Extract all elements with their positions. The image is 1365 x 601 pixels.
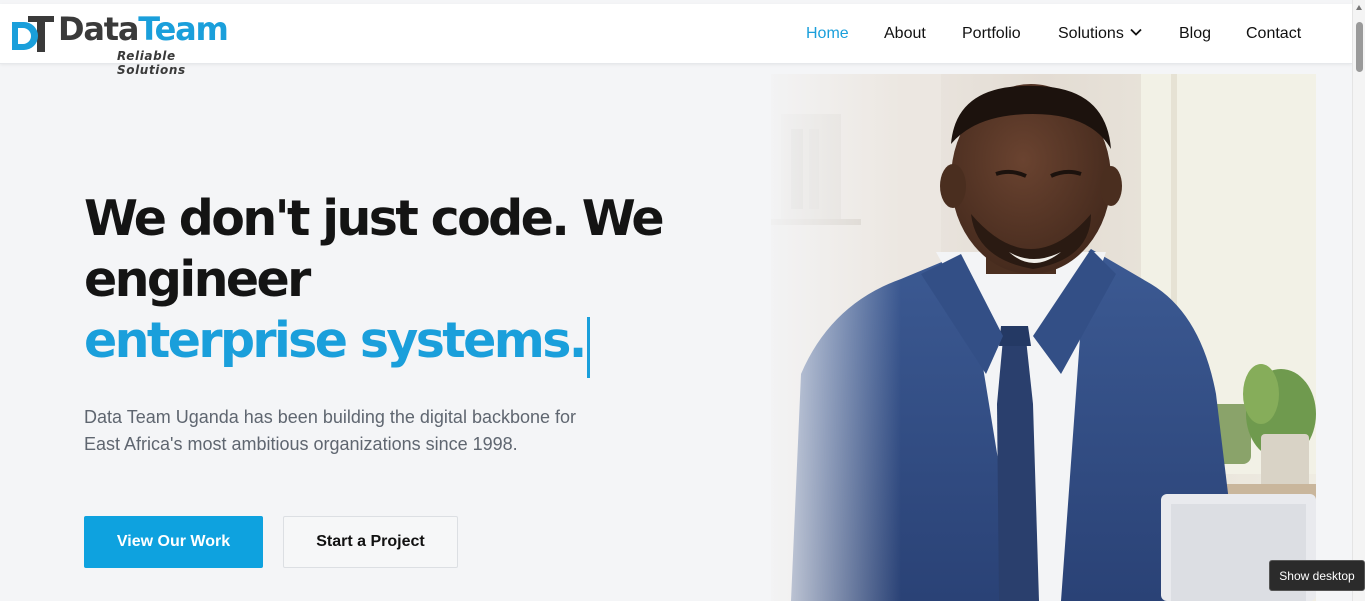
hero-description: Data Team Uganda has been building the d…	[84, 407, 577, 454]
hero-title: We don't just code. We engineer enterpri…	[84, 188, 724, 371]
site-header: DataTeam Reliable Solutions Home About P…	[0, 4, 1352, 77]
nav-about[interactable]: About	[884, 24, 926, 44]
nav-blog[interactable]: Blog	[1179, 24, 1211, 44]
hero-title-line1: We don't just code. We	[84, 190, 665, 247]
typing-cursor	[587, 317, 590, 378]
nav-solutions[interactable]: Solutions	[1058, 24, 1142, 44]
hero-title-highlight: enterprise systems.	[84, 312, 587, 369]
start-a-project-button[interactable]: Start a Project	[283, 516, 458, 568]
main-nav: Home About Portfolio Solutions Blog Cont…	[0, 4, 1352, 64]
hero-photo	[771, 74, 1316, 601]
hero-title-line2: engineer	[84, 251, 311, 308]
businessman-photo-illustration	[771, 74, 1316, 601]
chevron-down-icon	[1130, 29, 1142, 37]
scroll-up-arrow-icon[interactable]	[1356, 5, 1362, 10]
scroll-thumb[interactable]	[1356, 22, 1363, 72]
nav-home[interactable]: Home	[806, 24, 849, 44]
nav-portfolio[interactable]: Portfolio	[962, 24, 1021, 44]
view-our-work-button[interactable]: View Our Work	[84, 516, 263, 568]
show-desktop-tooltip: Show desktop	[1269, 560, 1365, 591]
nav-solutions-label: Solutions	[1058, 25, 1124, 42]
vertical-scrollbar[interactable]	[1352, 0, 1365, 601]
nav-contact[interactable]: Contact	[1246, 24, 1301, 44]
